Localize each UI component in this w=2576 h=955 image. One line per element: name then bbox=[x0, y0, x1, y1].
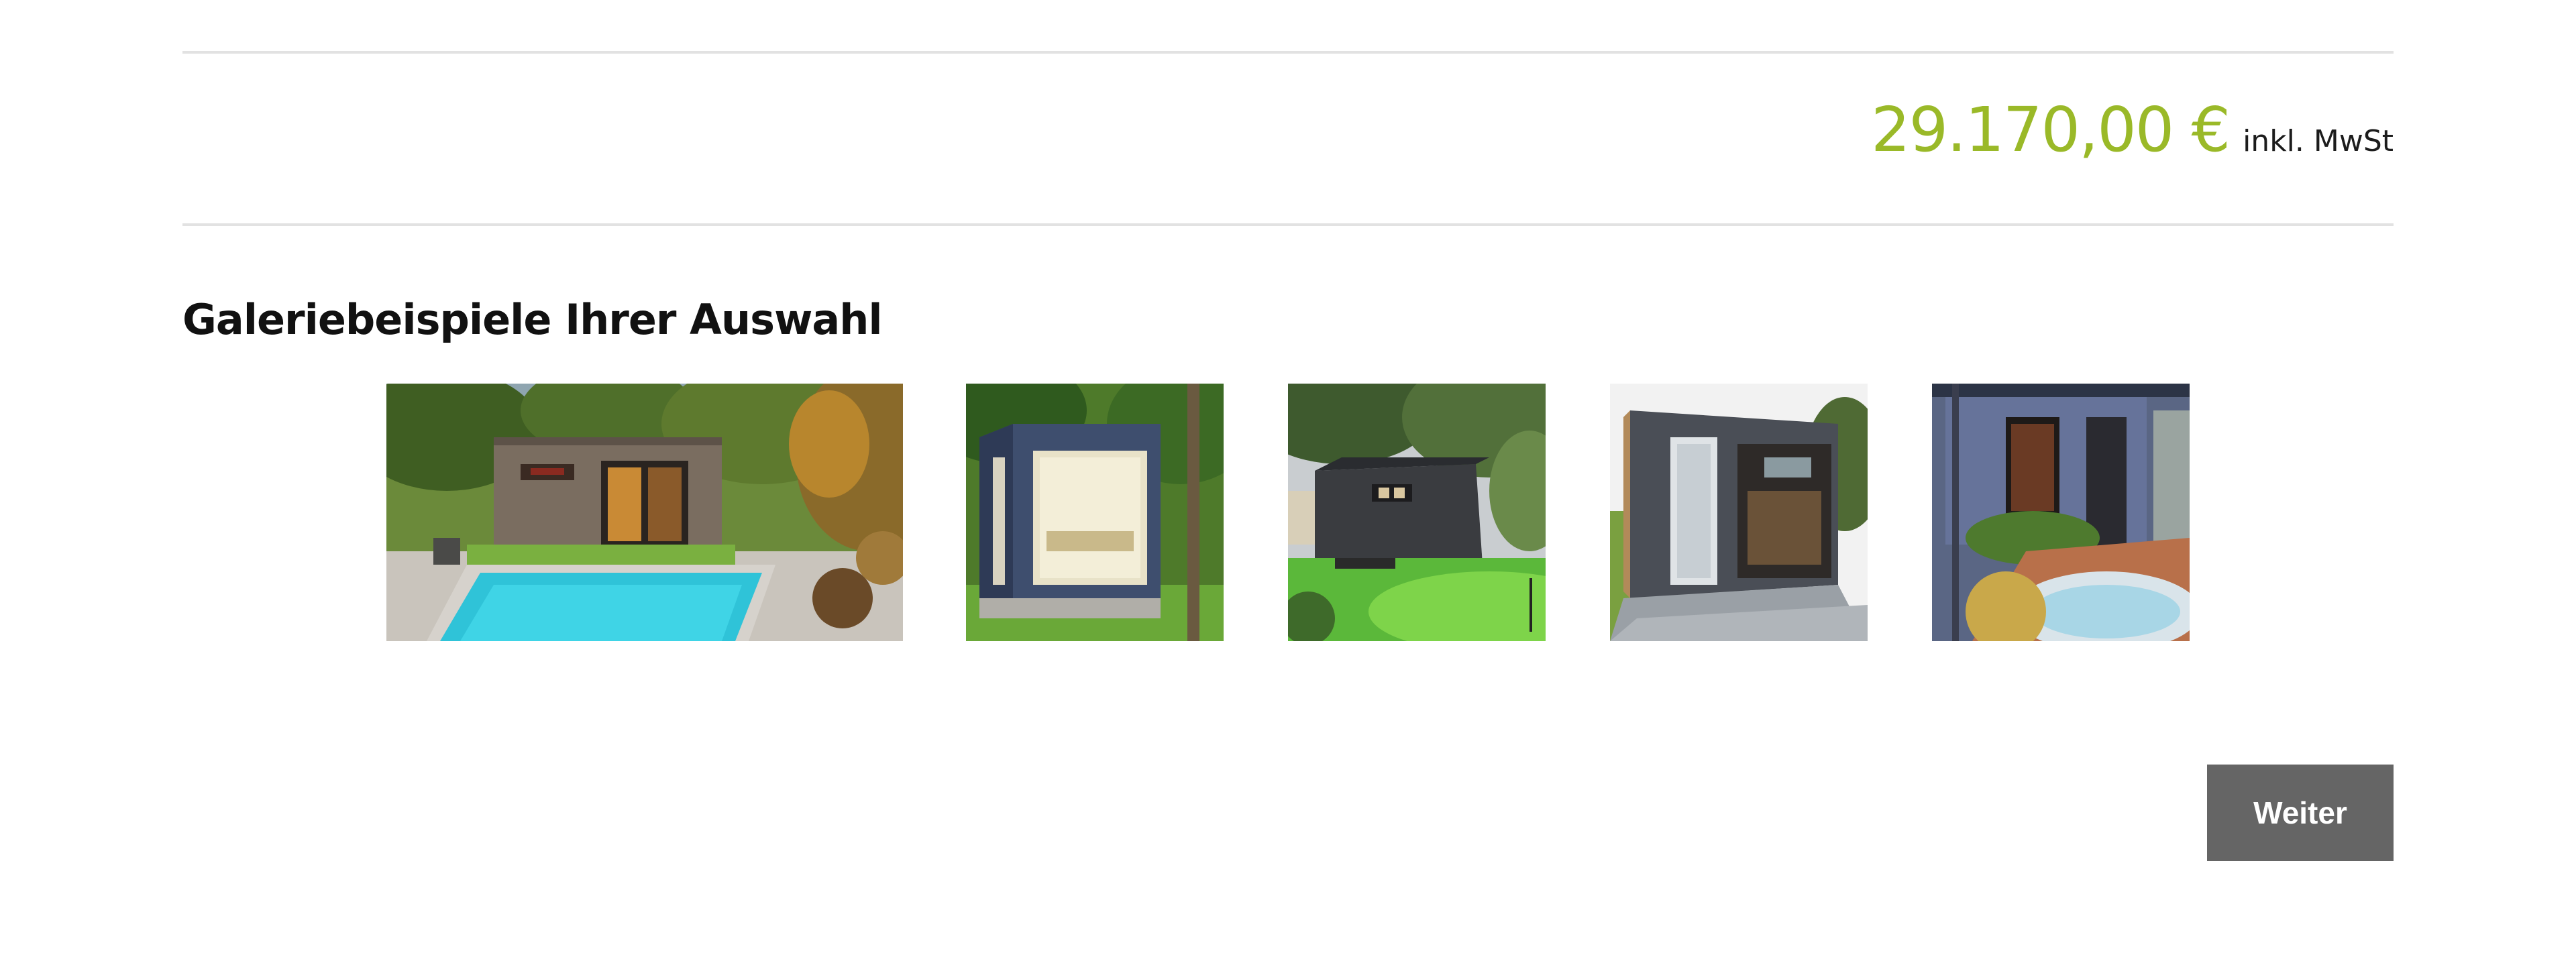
gallery-heading: Galeriebeispiele Ihrer Auswahl bbox=[182, 295, 883, 344]
price-tax-note: inkl. MwSt bbox=[2243, 124, 2394, 158]
gallery-image-grey-studio-patio[interactable] bbox=[1610, 384, 1868, 641]
price-value: 29.170,00 € bbox=[1871, 94, 2231, 166]
gallery-image-garden-house-pool[interactable] bbox=[386, 384, 903, 641]
gallery-image-blue-sauna-cube[interactable] bbox=[966, 384, 1224, 641]
divider-bottom bbox=[182, 223, 2394, 226]
price-row: 29.170,00 € inkl. MwSt bbox=[1871, 94, 2394, 166]
gallery-image-grey-studio-patio-graphic bbox=[1610, 384, 1868, 641]
gallery-image-blue-sauna-cube-graphic bbox=[966, 384, 1224, 641]
gallery-image-blue-room-hot-tub-graphic bbox=[1932, 384, 2190, 641]
gallery-image-dark-cube-putting-green-graphic bbox=[1288, 384, 1546, 641]
next-button[interactable]: Weiter bbox=[2207, 765, 2394, 861]
gallery-image-blue-room-hot-tub[interactable] bbox=[1932, 384, 2190, 641]
page: 29.170,00 € inkl. MwSt Galeriebeispiele … bbox=[0, 0, 2576, 955]
gallery-image-garden-house-pool-graphic bbox=[386, 384, 903, 641]
divider-top bbox=[182, 51, 2394, 54]
gallery-image-dark-cube-putting-green[interactable] bbox=[1288, 384, 1546, 641]
